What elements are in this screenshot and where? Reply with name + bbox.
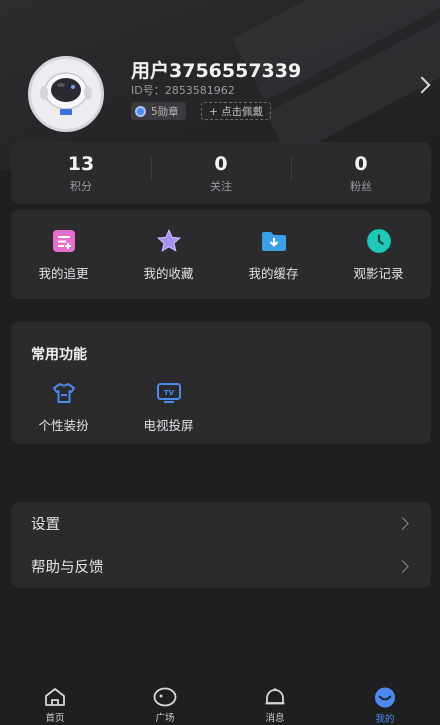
stat-value: 0 <box>354 152 368 175</box>
profile-icon <box>374 687 396 708</box>
common-item-tv-cast[interactable]: TV 电视投屏 <box>116 380 221 434</box>
bell-icon <box>265 688 285 705</box>
bottom-tab-bar: 首页 广场 消息 我的 <box>0 680 440 725</box>
list-icon <box>51 228 77 254</box>
common-item-skin[interactable]: 个性装扮 <box>11 380 116 434</box>
avatar[interactable] <box>28 56 104 132</box>
medal-badge[interactable]: 5勋章 <box>131 102 186 120</box>
stat-label: 积分 <box>70 179 92 193</box>
help-feedback-label: 帮助与反馈 <box>31 560 104 576</box>
stat-value: 0 <box>214 152 228 175</box>
quick-item-follow-updates[interactable]: 我的追更 <box>11 228 116 282</box>
tab-label: 首页 <box>45 713 65 724</box>
wear-medal-label: + 点击佩戴 <box>209 105 264 118</box>
stat-value: 13 <box>67 152 95 175</box>
tab-square[interactable]: 广场 <box>110 680 220 725</box>
tv-icon: TV <box>156 380 182 406</box>
quick-item-favorites[interactable]: 我的收藏 <box>116 228 221 282</box>
chevron-right-icon <box>396 517 409 530</box>
home-icon <box>45 688 65 706</box>
square-icon <box>153 687 177 707</box>
tab-messages[interactable]: 消息 <box>220 680 330 725</box>
clock-icon <box>366 228 392 254</box>
section-title: 常用功能 <box>31 347 87 363</box>
stats-bar: 13 积分 0 关注 0 粉丝 <box>11 142 431 204</box>
tab-home[interactable]: 首页 <box>0 680 110 725</box>
stat-following[interactable]: 0 关注 <box>151 153 291 194</box>
user-id-label: ID号： <box>131 84 165 97</box>
quick-item-cache[interactable]: 我的缓存 <box>221 228 326 282</box>
quick-item-label: 观影记录 <box>353 265 404 281</box>
stat-label: 粉丝 <box>350 179 372 193</box>
stat-label: 关注 <box>210 179 232 193</box>
quick-actions-card: 我的追更 我的收藏 我的缓存 观影记录 <box>11 210 431 299</box>
download-folder-icon <box>261 228 287 254</box>
tab-label: 消息 <box>265 713 285 724</box>
chevron-right-icon <box>396 560 409 573</box>
user-id-value: 2853581962 <box>164 84 235 97</box>
settings-row-label: 设置 <box>31 517 60 533</box>
quick-item-label: 我的追更 <box>38 265 89 281</box>
user-id: ID号：2853581962 <box>131 82 235 98</box>
stat-fans[interactable]: 0 粉丝 <box>291 153 431 194</box>
settings-card: 设置 帮助与反馈 <box>11 502 431 588</box>
tab-label: 我的 <box>375 714 395 725</box>
wear-medal-button[interactable]: + 点击佩戴 <box>201 102 272 120</box>
common-item-label: 个性装扮 <box>38 418 89 433</box>
medal-label: 5勋章 <box>151 105 179 118</box>
tab-label: 广场 <box>155 713 175 724</box>
username: 用户3756557339 <box>131 60 302 82</box>
tab-profile[interactable]: 我的 <box>330 680 440 725</box>
astronaut-avatar-icon <box>31 59 101 129</box>
quick-item-label: 我的缓存 <box>248 265 299 281</box>
shirt-icon <box>51 380 77 406</box>
settings-row[interactable]: 设置 <box>11 502 431 545</box>
stat-points[interactable]: 13 积分 <box>11 153 151 194</box>
help-feedback-row[interactable]: 帮助与反馈 <box>11 545 431 588</box>
quick-item-label: 我的收藏 <box>143 265 194 281</box>
medal-icon <box>135 105 146 117</box>
svg-text:TV: TV <box>163 389 174 397</box>
star-icon <box>156 228 182 254</box>
common-functions-card: 常用功能 个性装扮 TV 电视投屏 <box>11 322 431 444</box>
common-item-label: 电视投屏 <box>143 418 194 433</box>
quick-item-history[interactable]: 观影记录 <box>326 228 431 282</box>
